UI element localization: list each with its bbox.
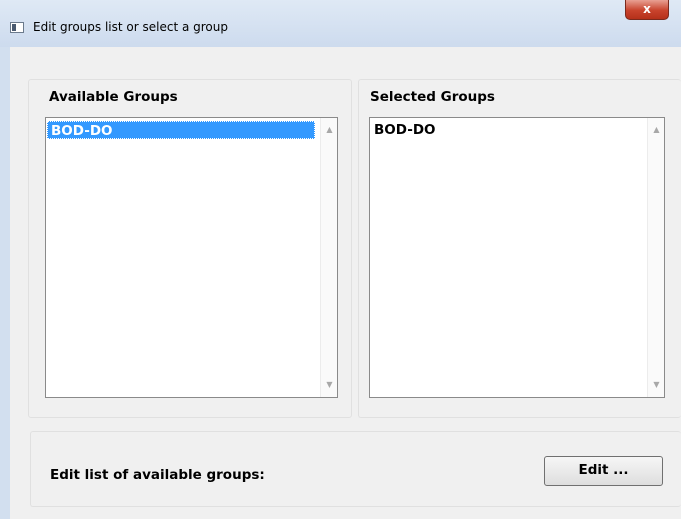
dialog-window: Edit groups list or select a group x Ava…	[0, 0, 681, 519]
close-button[interactable]: x	[625, 0, 669, 20]
selected-groups-label: Selected Groups	[370, 89, 495, 105]
selected-groups-list[interactable]: BOD-DO ▲ ▼	[369, 117, 665, 398]
scroll-down-arrow-icon[interactable]: ▼	[325, 380, 334, 389]
scroll-down-arrow-icon[interactable]: ▼	[652, 380, 661, 389]
edit-button[interactable]: Edit ...	[544, 456, 663, 486]
window-title: Edit groups list or select a group	[33, 20, 228, 34]
available-groups-list[interactable]: BOD-DO ▲ ▼	[45, 117, 338, 398]
available-groups-label: Available Groups	[49, 89, 178, 105]
window-app-icon[interactable]	[10, 22, 24, 33]
scroll-up-arrow-icon[interactable]: ▲	[652, 125, 661, 134]
list-item[interactable]: BOD-DO	[371, 121, 641, 139]
edit-list-label: Edit list of available groups:	[50, 467, 265, 483]
title-bar[interactable]: Edit groups list or select a group x	[0, 0, 681, 48]
scroll-up-arrow-icon[interactable]: ▲	[325, 125, 334, 134]
vertical-scrollbar[interactable]: ▲ ▼	[647, 118, 664, 397]
list-item[interactable]: BOD-DO	[47, 121, 315, 139]
window-frame-left	[0, 47, 10, 519]
vertical-scrollbar[interactable]: ▲ ▼	[320, 118, 337, 397]
